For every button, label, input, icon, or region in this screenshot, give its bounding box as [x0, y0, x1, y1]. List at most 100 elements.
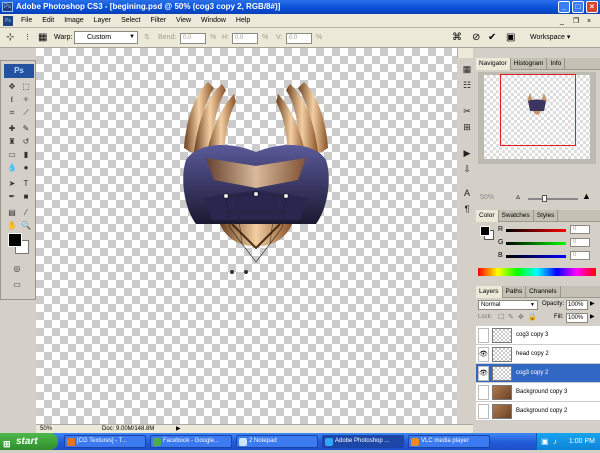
zoom-slider[interactable]: [528, 198, 578, 200]
pen-tool-icon[interactable]: ✒: [6, 191, 18, 202]
workspace-button[interactable]: Workspace ▾: [530, 31, 570, 45]
taskbar-task[interactable]: 2 Notepad: [236, 435, 318, 448]
status-menu-arrow-icon[interactable]: ▶: [176, 425, 181, 433]
taskbar-task[interactable]: Facebook - Google...: [150, 435, 232, 448]
brush-tool-icon[interactable]: ✎: [20, 123, 32, 134]
visibility-toggle[interactable]: [478, 385, 489, 400]
history-brush-tool-icon[interactable]: ↺: [20, 136, 32, 147]
tab-paths[interactable]: Paths: [503, 286, 527, 298]
crop-tool-icon[interactable]: ⌗: [6, 107, 18, 118]
menu-filter[interactable]: Filter: [147, 14, 171, 27]
doc-restore-icon[interactable]: ❐: [573, 15, 579, 28]
g-slider[interactable]: [506, 242, 566, 245]
lasso-tool-icon[interactable]: ℓ: [6, 94, 18, 105]
zoom-in-icon[interactable]: ▲: [582, 191, 591, 201]
menu-layer[interactable]: Layer: [90, 14, 116, 27]
hand-tool-icon[interactable]: ✋: [6, 220, 18, 231]
layer-row[interactable]: 👁 cog3 copy 2: [476, 364, 600, 383]
gradient-tool-icon[interactable]: ▮: [20, 149, 32, 160]
zoom-out-icon[interactable]: ▵: [516, 192, 520, 201]
navigator-zoom[interactable]: 50%: [480, 194, 494, 201]
bend-field[interactable]: 0.0: [180, 33, 206, 44]
maximize-button[interactable]: □: [572, 1, 584, 13]
menu-file[interactable]: File: [17, 14, 36, 27]
zoom-slider-thumb[interactable]: [542, 195, 547, 202]
marquee-tool-icon[interactable]: ⬚: [20, 81, 32, 92]
paragraph-panel-icon[interactable]: ¶: [460, 202, 474, 216]
commit-transform-icon[interactable]: ✔: [488, 31, 496, 45]
tool-presets-icon[interactable]: ✂: [460, 104, 474, 118]
magic-wand-tool-icon[interactable]: ✧: [20, 94, 32, 105]
v-distortion-field[interactable]: 0.0: [286, 33, 312, 44]
lock-pixels-icon[interactable]: ✎: [508, 313, 514, 321]
clock[interactable]: 1:00 PM: [569, 438, 595, 445]
bridge-icon[interactable]: ▣: [506, 31, 515, 45]
notes-tool-icon[interactable]: ▤: [6, 207, 18, 218]
color-spectrum-bar[interactable]: [478, 268, 596, 276]
tab-histogram[interactable]: Histogram: [511, 58, 548, 70]
eyedropper-tool-icon[interactable]: ⁄: [20, 207, 32, 218]
close-button[interactable]: ×: [586, 1, 598, 13]
fill-arrow-icon[interactable]: ▶: [590, 313, 595, 320]
opacity-field[interactable]: 100%: [566, 300, 588, 310]
healing-brush-tool-icon[interactable]: ✚: [6, 123, 18, 134]
navigator-preview[interactable]: [478, 72, 596, 164]
visibility-toggle[interactable]: [478, 328, 489, 343]
dodge-tool-icon[interactable]: ●: [20, 162, 32, 173]
path-selection-tool-icon[interactable]: ➤: [6, 178, 18, 189]
color-fg-swatch[interactable]: [480, 226, 490, 236]
fill-field[interactable]: 100%: [566, 313, 588, 323]
layer-row[interactable]: cog3 copy 3: [476, 326, 600, 345]
doc-close-icon[interactable]: ×: [587, 15, 591, 28]
minimize-button[interactable]: _: [558, 1, 570, 13]
visibility-toggle[interactable]: [478, 404, 489, 419]
r-slider[interactable]: [506, 229, 566, 232]
b-slider[interactable]: [506, 255, 566, 258]
move-tool-icon[interactable]: ✥: [6, 81, 18, 92]
history-icon[interactable]: ⇩: [460, 162, 474, 176]
menu-help[interactable]: Help: [232, 14, 254, 27]
taskbar-task[interactable]: VLC media player: [408, 435, 490, 448]
layer-row[interactable]: 👁 head copy 2: [476, 345, 600, 364]
zoom-level[interactable]: 50%: [40, 425, 52, 433]
warp-dropdown[interactable]: Custom ▼: [74, 31, 138, 44]
lock-transparent-icon[interactable]: ☐: [498, 313, 504, 321]
slice-tool-icon[interactable]: ⟋: [20, 107, 32, 118]
menu-image[interactable]: Image: [60, 14, 87, 27]
tab-layers[interactable]: Layers: [476, 286, 503, 298]
blur-tool-icon[interactable]: 💧: [6, 162, 18, 173]
type-tool-icon[interactable]: T: [20, 178, 32, 189]
screen-mode-icon[interactable]: ▭: [11, 279, 23, 290]
layer-comps-icon[interactable]: ⊞: [460, 120, 474, 134]
warp-grid-icon[interactable]: ▦: [38, 31, 47, 45]
b-value[interactable]: 0: [570, 251, 590, 260]
tab-color[interactable]: Color: [476, 210, 499, 222]
document-canvas[interactable]: [36, 48, 457, 424]
switch-mode-icon[interactable]: ⌘: [452, 31, 462, 45]
volume-icon[interactable]: ♪: [553, 433, 557, 450]
clone-source-icon[interactable]: ☷: [460, 78, 474, 92]
actions-icon[interactable]: ▶: [460, 146, 474, 160]
doc-minimize-icon[interactable]: _: [560, 15, 564, 28]
navigator-view-box[interactable]: [500, 74, 576, 146]
quick-mask-icon[interactable]: ◎: [11, 263, 23, 274]
g-value[interactable]: 0: [570, 238, 590, 247]
menu-view[interactable]: View: [172, 14, 195, 27]
tab-styles[interactable]: Styles: [534, 210, 559, 222]
tab-swatches[interactable]: Swatches: [499, 210, 534, 222]
menu-window[interactable]: Window: [197, 14, 230, 27]
cancel-transform-icon[interactable]: ⊘: [472, 31, 480, 45]
transform-tool-icon[interactable]: ⊹: [6, 31, 14, 45]
taskbar-task[interactable]: Adobe Photoshop ...: [322, 435, 404, 448]
brushes-panel-icon[interactable]: ▦: [460, 62, 474, 76]
h-distortion-field[interactable]: 0.0: [232, 33, 258, 44]
lock-position-icon[interactable]: ✥: [518, 313, 524, 321]
tab-info[interactable]: Info: [547, 58, 566, 70]
menu-select[interactable]: Select: [117, 14, 144, 27]
tab-navigator[interactable]: Navigator: [476, 58, 511, 70]
eye-icon[interactable]: 👁: [478, 366, 489, 381]
opacity-arrow-icon[interactable]: ▶: [590, 300, 595, 307]
shape-tool-icon[interactable]: ■: [20, 191, 32, 202]
network-icon[interactable]: ▣: [541, 433, 549, 450]
r-value[interactable]: 0: [570, 225, 590, 234]
